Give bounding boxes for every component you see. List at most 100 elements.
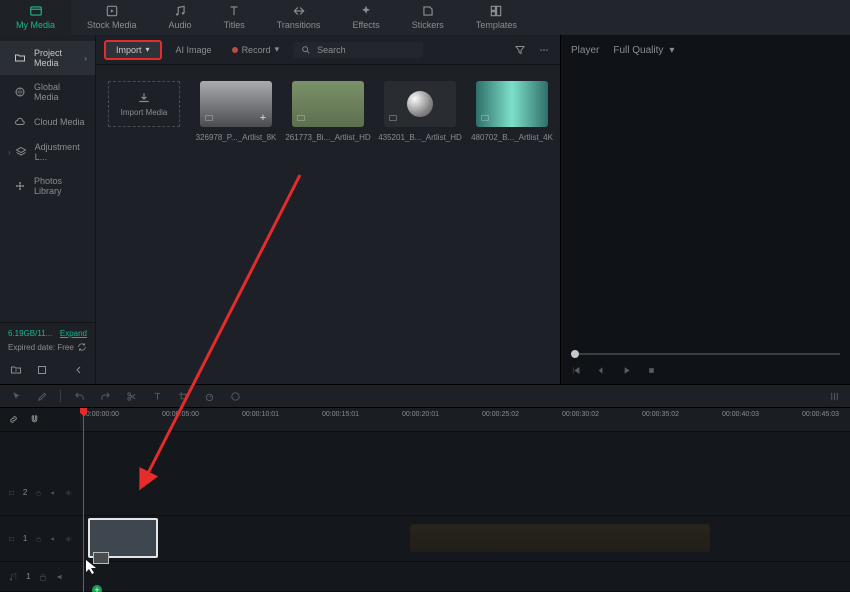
ruler-tick: 00:00:15:01 bbox=[322, 411, 359, 418]
sidebar-item-project-media[interactable]: Project Media › bbox=[0, 41, 95, 75]
refresh-icon[interactable] bbox=[77, 342, 87, 352]
track-head-a1[interactable]: 1 bbox=[0, 562, 80, 592]
text-tool[interactable] bbox=[149, 388, 165, 404]
tab-label: Stock Media bbox=[87, 20, 137, 30]
edit-tool[interactable] bbox=[34, 388, 50, 404]
mute-icon[interactable] bbox=[50, 534, 57, 544]
sidebar-item-cloud-media[interactable]: Cloud Media bbox=[0, 109, 95, 135]
tab-my-media[interactable]: My Media bbox=[0, 0, 71, 35]
sidebar-item-photos[interactable]: Photos Library bbox=[0, 169, 95, 203]
add-icon[interactable]: + bbox=[258, 113, 268, 123]
ruler-tick: 00:00:25:02 bbox=[482, 411, 519, 418]
tab-stickers[interactable]: Stickers bbox=[396, 0, 460, 35]
sidebar: Project Media › Global Media Cloud Media… bbox=[0, 35, 95, 384]
track-head-v2[interactable]: 2 bbox=[0, 470, 80, 516]
add-track-icon[interactable]: + bbox=[92, 585, 102, 592]
stop-icon[interactable] bbox=[646, 365, 657, 376]
sidebar-item-adjustment[interactable]: › Adjustment L... bbox=[0, 135, 95, 169]
ruler-tick: 00:00:40:03 bbox=[722, 411, 759, 418]
mixer-button[interactable] bbox=[826, 388, 842, 404]
mute-icon[interactable] bbox=[50, 488, 57, 498]
magnet-icon[interactable] bbox=[29, 414, 40, 425]
search-icon bbox=[301, 45, 311, 55]
lock-icon[interactable] bbox=[35, 488, 42, 498]
film-icon bbox=[105, 4, 119, 18]
record-dot-icon bbox=[232, 47, 238, 53]
import-media-tile[interactable]: Import Media bbox=[108, 81, 180, 127]
sidebar-item-global-media[interactable]: Global Media bbox=[0, 75, 95, 109]
quality-select[interactable]: Full Quality ▾ bbox=[613, 45, 674, 56]
import-button[interactable]: Import ▾ bbox=[104, 40, 162, 60]
track-a1[interactable]: + bbox=[80, 562, 850, 592]
folder-icon bbox=[14, 52, 26, 64]
track-v2[interactable] bbox=[80, 470, 850, 516]
chevron-down-icon: ▾ bbox=[146, 45, 150, 54]
redo-button[interactable] bbox=[97, 388, 113, 404]
lock-icon[interactable] bbox=[35, 534, 42, 544]
media-clip[interactable]: 435201_B..._Artlist_HD bbox=[384, 81, 456, 142]
play-icon[interactable] bbox=[621, 365, 632, 376]
ruler-tick: 00:00:35:02 bbox=[642, 411, 679, 418]
video-track-icon bbox=[8, 534, 15, 544]
link-icon[interactable] bbox=[8, 414, 19, 425]
chevron-right-icon: › bbox=[8, 148, 11, 157]
player-panel: Player Full Quality ▾ bbox=[560, 35, 850, 384]
media-clip[interactable]: 261773_Bi..._Artlist_HD bbox=[292, 81, 364, 142]
player-label: Player bbox=[571, 45, 599, 56]
ai-image-button[interactable]: AI Image bbox=[170, 42, 218, 58]
new-folder-button[interactable] bbox=[8, 362, 24, 378]
clip-label: 261773_Bi..._Artlist_HD bbox=[285, 133, 370, 142]
tab-label: My Media bbox=[16, 20, 55, 30]
filter-button[interactable] bbox=[512, 42, 528, 58]
player-slider[interactable] bbox=[561, 347, 850, 359]
tab-audio[interactable]: Audio bbox=[153, 0, 208, 35]
eye-icon[interactable] bbox=[65, 488, 72, 498]
video-track-icon bbox=[8, 488, 15, 498]
tab-titles[interactable]: Titles bbox=[208, 0, 261, 35]
split-tool[interactable] bbox=[123, 388, 139, 404]
track-v1[interactable] bbox=[80, 516, 850, 562]
new-bin-button[interactable] bbox=[34, 362, 50, 378]
pointer-tool[interactable] bbox=[8, 388, 24, 404]
search-input[interactable]: Search bbox=[293, 42, 423, 58]
record-label: Record bbox=[242, 45, 271, 55]
tab-templates[interactable]: Templates bbox=[460, 0, 533, 35]
media-clip[interactable]: + 326978_P..._Artlist_8K bbox=[200, 81, 272, 142]
prev-frame-icon[interactable] bbox=[571, 365, 582, 376]
tab-label: Templates bbox=[476, 20, 517, 30]
quality-label: Full Quality bbox=[613, 45, 663, 56]
track-number: 2 bbox=[23, 488, 27, 497]
media-clip[interactable]: 480702_B..._Artlist_4K bbox=[476, 81, 548, 142]
sparkle-icon bbox=[359, 4, 373, 18]
timeline-ruler[interactable]: 00:00:00:00 00:00:05:00 00:00:10:01 00:0… bbox=[80, 408, 850, 432]
playhead[interactable] bbox=[83, 408, 84, 592]
crop-tool[interactable] bbox=[175, 388, 191, 404]
record-button[interactable]: Record ▾ bbox=[226, 41, 286, 58]
more-button[interactable] bbox=[536, 42, 552, 58]
step-back-icon[interactable] bbox=[596, 365, 607, 376]
storage-used: 6.19GB/11... bbox=[8, 329, 52, 338]
sidebar-label: Cloud Media bbox=[34, 117, 85, 127]
lock-icon[interactable] bbox=[38, 572, 48, 582]
track-headers: 2 1 1 bbox=[0, 408, 80, 592]
timeline-clip[interactable] bbox=[410, 524, 710, 552]
tab-label: Audio bbox=[169, 20, 192, 30]
slider-knob[interactable] bbox=[571, 350, 579, 358]
color-tool[interactable] bbox=[227, 388, 243, 404]
tab-stock-media[interactable]: Stock Media bbox=[71, 0, 153, 35]
mute-icon[interactable] bbox=[56, 572, 66, 582]
track-head-v1[interactable]: 1 bbox=[0, 516, 80, 562]
expand-link[interactable]: Expand bbox=[60, 329, 87, 338]
player-viewport bbox=[561, 65, 850, 347]
eye-icon[interactable] bbox=[65, 534, 72, 544]
tab-effects[interactable]: Effects bbox=[336, 0, 395, 35]
template-icon bbox=[489, 4, 503, 18]
timeline-clip[interactable] bbox=[88, 518, 158, 558]
sticker-icon bbox=[421, 4, 435, 18]
sidebar-label: Adjustment L... bbox=[35, 142, 87, 162]
speed-tool[interactable] bbox=[201, 388, 217, 404]
undo-button[interactable] bbox=[71, 388, 87, 404]
tab-transitions[interactable]: Transitions bbox=[261, 0, 337, 35]
collapse-button[interactable] bbox=[71, 362, 87, 378]
timeline: 2 1 1 00:00:00:00 00:00:05:00 00:00:10:0… bbox=[0, 408, 850, 592]
